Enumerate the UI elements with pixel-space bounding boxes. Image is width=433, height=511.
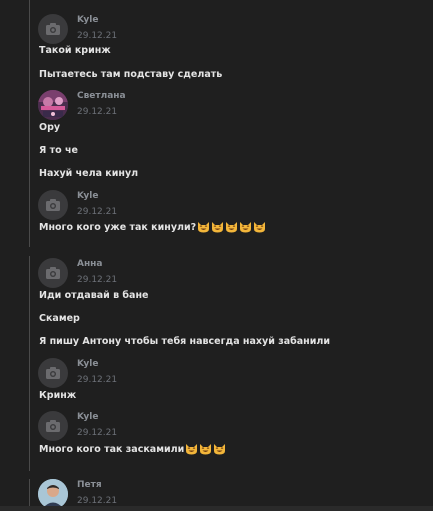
message-author[interactable]: Анна [77,259,102,269]
message-time[interactable]: 29.12.21 [77,428,117,438]
message-text: Много кого так заскамили [39,443,226,455]
camera-icon [46,420,60,432]
message-text: Нахуй чела кинул [39,168,139,179]
message-author[interactable]: Петя [77,480,102,490]
camera-icon [46,199,60,211]
message-text: Такой кринж [39,45,111,56]
message-text-content: Много кого так заскамили [39,444,185,455]
message-author[interactable]: Kyle [77,191,98,201]
avatar[interactable] [38,190,68,220]
avatar-photo [38,479,68,509]
message-text: Пытаетесь там подставу сделать [39,69,223,80]
message-text: Иди отдавай в бане [39,290,149,301]
message-time[interactable]: 29.12.21 [77,275,117,285]
message-time[interactable]: 29.12.21 [77,496,117,506]
message-text: Я пишу Антону чтобы тебя навсегда нахуй … [39,336,331,347]
avatar[interactable] [38,479,68,509]
message-author[interactable]: Kyle [77,359,98,369]
grinning-cat-emoji [186,444,198,455]
message-time[interactable]: 29.12.21 [77,107,117,117]
message-text: Кринж [39,390,77,401]
message-text: Скамер [39,313,80,324]
camera-icon [46,267,60,279]
message-text: Ору [39,122,61,133]
horizontal-scrollbar[interactable] [0,506,433,511]
message-author[interactable]: Kyle [77,15,98,25]
grinning-cat-emoji [198,222,210,233]
thread-line [29,0,30,247]
message-text-content: Много кого уже так кинули? [39,222,197,233]
grinning-cat-emoji [240,222,252,233]
message-text: Много кого уже так кинули? [39,221,266,233]
grinning-cat-emoji [226,222,238,233]
camera-icon [46,23,60,35]
grinning-cat-emoji [214,444,226,455]
avatar[interactable] [38,358,68,388]
emoji-row [196,222,266,233]
thread-line [29,479,30,506]
camera-icon [46,367,60,379]
avatar[interactable] [38,90,68,120]
avatar[interactable] [38,14,68,44]
avatar-photo [38,90,68,120]
avatar[interactable] [38,258,68,288]
grinning-cat-emoji [212,222,224,233]
grinning-cat-emoji [254,222,266,233]
emoji-row [184,444,226,455]
avatar[interactable] [38,411,68,441]
thread-line [29,256,30,471]
message-time[interactable]: 29.12.21 [77,31,117,41]
grinning-cat-emoji [200,444,212,455]
chat-window: Kyle 29.12.21 Такой кринж Пытаетесь там … [0,0,433,511]
message-time[interactable]: 29.12.21 [77,207,117,217]
message-author[interactable]: Kyle [77,412,98,422]
message-text: Я то че [39,145,78,156]
message-author[interactable]: Светлана [77,91,126,101]
message-time[interactable]: 29.12.21 [77,375,117,385]
